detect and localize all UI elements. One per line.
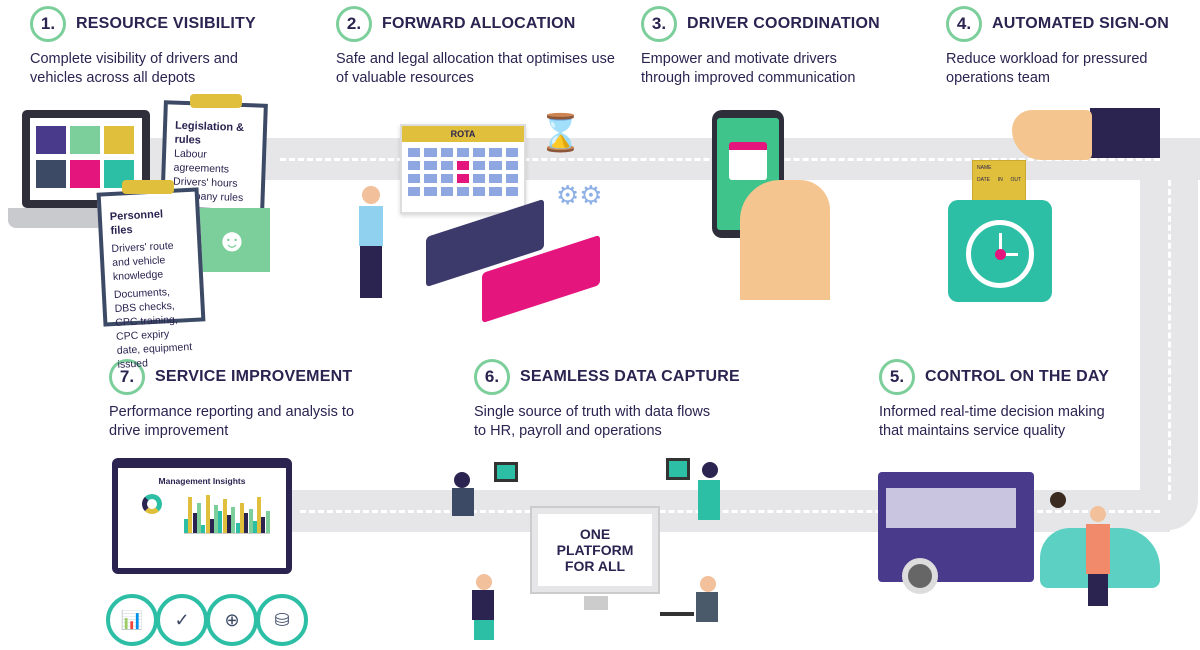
calendar-cell (408, 148, 421, 157)
calendar-cell (489, 148, 502, 157)
hourglass-icon: ⌛ (538, 112, 583, 153)
calendar-cell (456, 187, 470, 196)
step-description: Performance reporting and analysis to dr… (109, 404, 355, 439)
step-title: CONTROL ON THE DAY (925, 368, 1110, 385)
clipboard-clip (190, 94, 242, 108)
step-description: Reduce workload for pressured operations… (946, 51, 1148, 86)
report-search-icon[interactable]: 📊 (106, 594, 158, 646)
calendar-cell (473, 187, 486, 196)
shield-check-icon[interactable]: ✓ (156, 594, 208, 646)
calendar-cell (424, 148, 437, 157)
calendar-cell (440, 174, 453, 183)
rota-calendar: ROTA (400, 124, 526, 214)
time-clock (948, 200, 1052, 302)
clipboard-clip (122, 180, 174, 194)
step-number: 6. (474, 359, 510, 395)
worker-desk (450, 462, 524, 536)
gears-icon: ⚙⚙ (556, 180, 603, 210)
step-title: SERVICE IMPROVEMENT (155, 368, 353, 385)
timecard-name: NAME (977, 165, 992, 171)
calendar-cell (489, 187, 502, 196)
step-service-improvement: 7. SERVICE IMPROVEMENT Performance report… (109, 359, 409, 441)
step-number: 3. (641, 6, 677, 42)
road-marking (1168, 180, 1171, 500)
step-resource-visibility: 1. RESOURCE VISIBILITY Complete visibilit… (30, 6, 330, 88)
calendar-cell (505, 148, 518, 157)
platform-monitor: ONE PLATFORM FOR ALL (532, 508, 658, 592)
database-search-icon[interactable]: ⛁ (256, 594, 308, 646)
step-title: SEAMLESS DATA CAPTURE (520, 368, 740, 385)
step-number: 4. (946, 6, 982, 42)
worker-desk (660, 574, 730, 644)
calendar-cell (424, 174, 437, 183)
calendar-cell (473, 161, 486, 170)
step-seamless-data-capture: 6. SEAMLESS DATA CAPTURE Single source of… (474, 359, 774, 441)
step-title: RESOURCE VISIBILITY (76, 15, 256, 32)
step-title: AUTOMATED SIGN-ON (992, 15, 1170, 32)
calendar-cell (505, 161, 518, 170)
step-number: 2. (336, 6, 372, 42)
calendar-cell (489, 174, 502, 183)
timecard-col: IN (997, 177, 1003, 183)
sleeve (1090, 108, 1160, 158)
step-number: 1. (30, 6, 66, 42)
step-title: FORWARD ALLOCATION (382, 15, 576, 32)
clipboard-item: Drivers' route and vehicle knowledge (111, 239, 174, 284)
step-title: DRIVER COORDINATION (687, 15, 880, 32)
calendar-cell (440, 148, 453, 157)
clipboard-item: Labour agreements (173, 147, 230, 176)
calendar-cell (456, 148, 470, 157)
calendar-cell (456, 161, 470, 170)
person-thinking (356, 186, 386, 300)
monitor-stand (584, 596, 608, 610)
calendar-cell (408, 174, 421, 183)
worker-desk (462, 574, 522, 644)
hand-tapping (740, 180, 830, 300)
calendar-cell (440, 161, 453, 170)
calendar-cell (440, 187, 453, 196)
step-number: 5. (879, 359, 915, 395)
timecard-col: OUT (1010, 177, 1021, 183)
step-driver-coordination: 3. DRIVER COORDINATION Empower and motiva… (641, 6, 941, 88)
calendar-cell (489, 161, 502, 170)
hand-inserting-card (1012, 110, 1092, 160)
clipboard-item: Documents, DBS checks, CPC training, CPC… (113, 286, 193, 371)
clock-icon (966, 220, 1034, 288)
step-description: Safe and legal allocation that optimises… (336, 51, 615, 86)
calendar-cell (505, 174, 518, 183)
timecard-col: DATE (977, 177, 990, 183)
platform-text: ONE PLATFORM FOR ALL (556, 526, 634, 574)
calendar-cell (424, 161, 437, 170)
calendar-icon (729, 142, 767, 180)
bar-chart-icon (184, 494, 270, 534)
clipboard-personnel: Personnel files Drivers' route and vehic… (96, 187, 206, 371)
clipboard-title: Personnel files (109, 208, 164, 238)
calendar-cell (456, 174, 470, 183)
folder-person-icon: ☻ (194, 208, 270, 272)
calendar-cell (505, 187, 518, 196)
step-description: Single source of truth with data flows t… (474, 404, 711, 439)
calendar-cell (408, 187, 421, 196)
clipboard-title: Legislation & rules (174, 119, 245, 147)
step-description: Informed real-time decision making that … (879, 404, 1105, 439)
worker-desk (662, 458, 722, 530)
donut-chart-icon (142, 494, 162, 514)
people-at-accident (1050, 492, 1120, 612)
bar-icon-mark (265, 511, 270, 533)
calendar-cell (473, 174, 486, 183)
calendar-cell (424, 187, 437, 196)
insights-monitor: Management Insights (112, 458, 292, 574)
calendar-cell (473, 148, 486, 157)
calendar-cell (408, 161, 421, 170)
chart-plus-icon[interactable]: ⊕ (206, 594, 258, 646)
calendar-label: ROTA (402, 126, 524, 142)
step-forward-allocation: 2. FORWARD ALLOCATION Safe and legal allo… (336, 6, 636, 88)
step-description: Complete visibility of drivers and vehic… (30, 51, 238, 86)
insights-title: Management Insights (158, 476, 246, 486)
step-automated-sign-on: 4. AUTOMATED SIGN-ON Reduce workload for … (946, 6, 1200, 88)
step-description: Empower and motivate drivers through imp… (641, 51, 856, 86)
step-control-on-the-day: 5. CONTROL ON THE DAY Informed real-time … (879, 359, 1179, 441)
bus-crash (878, 472, 1034, 594)
